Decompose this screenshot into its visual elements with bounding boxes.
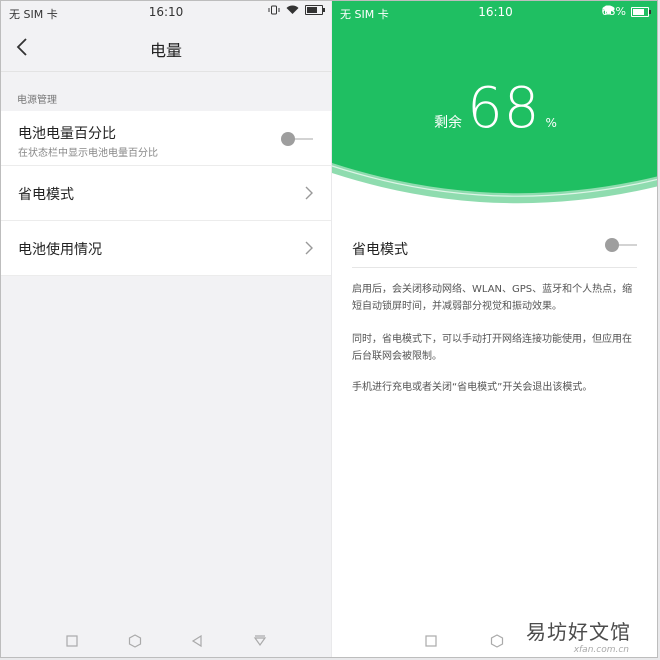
watermark-url: xfan.com.cn — [573, 645, 629, 655]
vibrate-icon — [268, 5, 280, 15]
row-label: 省电模式 — [18, 187, 74, 203]
power-saving-mode-screen: 无 SIM 卡 16:10 68% 剩余 68 % 省电模式 启用后，会关闭移动… — [332, 1, 657, 657]
battery-icon — [631, 6, 651, 17]
description-paragraph: 启用后，会关闭移动网络、WLAN、GPS、蓝牙和个人热点，缩短自动锁屏时间，并减… — [352, 284, 633, 312]
battery-percent-value: 68 — [467, 76, 541, 141]
page-title: 电量 — [149, 41, 182, 60]
mode-label: 省电模式 — [352, 242, 408, 258]
row-sublabel: 在状态栏中显示电池电量百分比 — [18, 148, 158, 159]
notification-shade-icon[interactable] — [253, 634, 267, 648]
status-icons: 68% — [602, 5, 651, 18]
screenshot-frame: 无 SIM 卡 16:10 电量 电源管理 电池电量百分比 在状态栏中显示电池电… — [0, 0, 658, 658]
power-saving-mode-row[interactable]: 省电模式 — [1, 166, 331, 221]
nav-bar — [1, 623, 331, 657]
percent-unit: % — [545, 116, 557, 130]
recents-icon[interactable] — [65, 634, 79, 648]
chevron-right-icon — [305, 241, 313, 255]
status-icons — [268, 5, 325, 15]
description-paragraph: 同时，省电模式下，可以手动打开网络连接功能使用，但应用在后台联网会被限制。 — [352, 334, 632, 362]
chevron-right-icon — [305, 186, 313, 200]
battery-percentage-row[interactable]: 电池电量百分比 在状态栏中显示电池电量百分比 — [1, 111, 331, 166]
wifi-icon — [286, 5, 299, 14]
recents-icon[interactable] — [424, 634, 438, 648]
title-bar: 电量 — [1, 25, 331, 72]
wifi-icon — [602, 5, 615, 14]
watermark-logo: 易坊好文馆 — [526, 620, 631, 644]
row-label: 电池电量百分比 — [18, 126, 116, 142]
battery-usage-row[interactable]: 电池使用情况 — [1, 221, 331, 276]
remaining-prefix: 剩余 — [434, 115, 463, 131]
home-icon[interactable] — [490, 634, 504, 648]
section-label: 电源管理 — [17, 95, 57, 106]
settings-list: 电池电量百分比 在状态栏中显示电池电量百分比 省电模式 电池使用情况 — [1, 111, 331, 276]
home-icon[interactable] — [128, 634, 142, 648]
battery-hero: 无 SIM 卡 16:10 68% 剩余 68 % — [332, 1, 657, 216]
power-saving-mode-toggle[interactable] — [605, 238, 637, 253]
status-bar: 无 SIM 卡 16:10 68% — [332, 1, 657, 25]
back-nav-icon[interactable] — [190, 634, 204, 648]
status-bar: 无 SIM 卡 16:10 — [1, 1, 331, 25]
description-paragraph: 手机进行充电或者关闭“省电模式”开关会退出该模式。 — [352, 382, 593, 393]
battery-percentage-toggle[interactable] — [281, 132, 313, 146]
battery-settings-screen: 无 SIM 卡 16:10 电量 电源管理 电池电量百分比 在状态栏中显示电池电… — [1, 1, 331, 657]
battery-remaining: 剩余 68 % — [332, 76, 657, 141]
battery-icon — [305, 5, 325, 15]
row-label: 电池使用情况 — [18, 242, 102, 258]
divider — [352, 267, 637, 268]
power-saving-mode-toggle-row[interactable]: 省电模式 — [332, 229, 657, 267]
